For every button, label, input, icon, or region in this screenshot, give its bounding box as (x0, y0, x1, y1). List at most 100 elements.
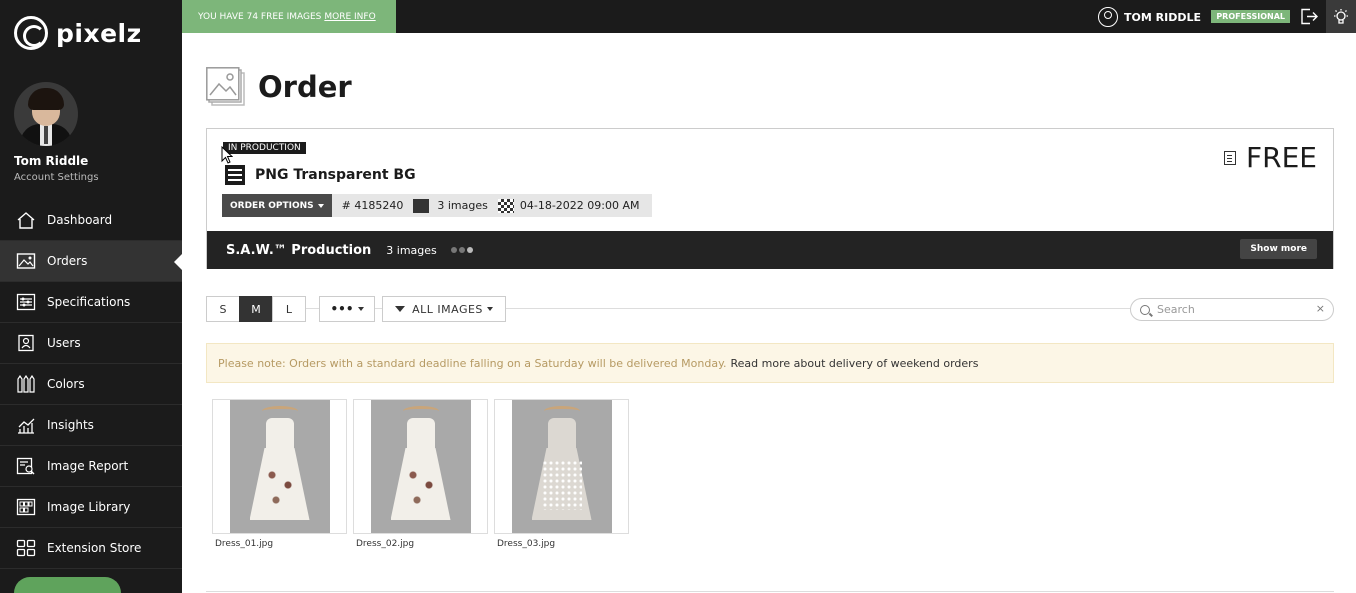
sidebar-item-colors[interactable]: Colors (0, 364, 182, 405)
image-icon (413, 198, 430, 213)
dress-image (370, 400, 471, 533)
deadline: 04-18-2022 09:00 AM (497, 198, 640, 213)
sidebar-item-label: Colors (47, 377, 85, 391)
deadline-text: 04-18-2022 09:00 AM (519, 199, 640, 212)
product-row: PNG Transparent BG (225, 165, 416, 185)
image-count: 3 images (413, 198, 488, 213)
sidebar-item-extension-store[interactable]: Extension Store (0, 528, 182, 569)
sidebar-item-label: Image Report (47, 459, 129, 473)
weekend-delivery-notice: Please note: Orders with a standard dead… (206, 343, 1334, 383)
order-number: # 4185240 (341, 199, 404, 212)
mouse-cursor-icon (221, 145, 234, 164)
sidebar-nav: Dashboard Orders Specifications Users Co… (0, 200, 182, 569)
notice-text: Please note: Orders with a standard dead… (218, 356, 727, 370)
filter-label: ALL IMAGES (412, 302, 483, 316)
lightbulb-icon[interactable] (1326, 0, 1356, 33)
price: FREE (1224, 141, 1317, 174)
sidebar-item-dashboard[interactable]: Dashboard (0, 200, 182, 241)
image-filename: Dress_02.jpg (356, 539, 415, 549)
order-meta-bar: ORDER OPTIONS # 4185240 3 images 04-18-2… (222, 194, 652, 217)
show-more-button[interactable]: Show more (1240, 239, 1317, 259)
sidebar-item-label: Insights (47, 418, 94, 432)
thumbnail-frame (494, 399, 629, 534)
caret-down-icon (317, 203, 324, 208)
sidebar-item-label: Orders (47, 254, 88, 268)
price-text: FREE (1246, 141, 1317, 174)
logout-icon[interactable] (1300, 8, 1318, 25)
sidebar-item-label: Users (47, 336, 81, 350)
image-filename: Dress_03.jpg (497, 539, 556, 549)
search-input[interactable] (1157, 303, 1307, 316)
dress-image (229, 400, 330, 533)
plan-badge: PROFESSIONAL (1211, 10, 1290, 23)
image-thumbnail[interactable]: Dress_02.jpg (353, 399, 488, 549)
sidebar-user-name: Tom Riddle (14, 154, 89, 168)
sidebar-item-image-library[interactable]: Image Library (0, 487, 182, 528)
thumbnail-size-group: S M L (206, 296, 306, 322)
topbar-user[interactable]: TOM RIDDLE (1098, 7, 1201, 27)
sidebar: pixelz Tom Riddle Account Settings Dashb… (0, 0, 182, 593)
sidebar-item-specifications[interactable]: Specifications (0, 282, 182, 323)
orders-icon (16, 252, 36, 270)
brand-name: pixelz (56, 18, 142, 48)
order-options-label: ORDER OPTIONS (230, 200, 314, 211)
invoice-icon[interactable] (1224, 150, 1237, 165)
caret-down-icon (357, 307, 364, 311)
clear-search-icon[interactable]: × (1316, 302, 1325, 315)
more-options-label: ••• (330, 302, 354, 316)
weekend-orders-link[interactable]: Read more about delivery of weekend orde… (731, 357, 979, 370)
production-count: 3 images (386, 243, 437, 257)
account-settings-link[interactable]: Account Settings (14, 172, 99, 183)
brand-logo[interactable]: pixelz (14, 16, 142, 50)
image-filename: Dress_01.jpg (215, 539, 274, 549)
filter-images-button[interactable]: ALL IMAGES (382, 296, 506, 322)
progress-dots-icon (450, 247, 475, 253)
production-bar: S.A.W.™ Production 3 images Show more (207, 231, 1333, 269)
sidebar-item-label: Specifications (47, 295, 131, 309)
sidebar-item-insights[interactable]: Insights (0, 405, 182, 446)
sidebar-item-label: Dashboard (47, 213, 113, 227)
checkered-flag-icon (497, 198, 514, 213)
sliders-icon (16, 293, 36, 311)
sidebar-item-label: Image Library (47, 500, 131, 514)
image-report-icon (16, 457, 36, 475)
section-divider (206, 591, 1334, 592)
insights-icon (16, 416, 36, 434)
specification-icon (225, 165, 245, 185)
free-images-text: YOU HAVE 74 FREE IMAGES (198, 11, 322, 22)
avatar[interactable] (14, 82, 78, 146)
status-badge: IN PRODUCTION (223, 142, 306, 154)
search-box: × (1130, 298, 1334, 321)
order-page-icon (206, 67, 246, 107)
size-l-button[interactable]: L (272, 296, 306, 322)
order-options-button[interactable]: ORDER OPTIONS (222, 194, 332, 217)
dress-image (511, 400, 612, 533)
search-icon (1140, 304, 1150, 315)
caret-down-icon (486, 307, 493, 311)
users-icon (16, 334, 36, 352)
image-thumbnail[interactable]: Dress_01.jpg (212, 399, 347, 549)
size-m-button[interactable]: M (239, 296, 273, 322)
sidebar-item-image-report[interactable]: Image Report (0, 446, 182, 487)
sidebar-item-users[interactable]: Users (0, 323, 182, 364)
more-options-button[interactable]: ••• (319, 296, 375, 322)
image-grid: Dress_01.jpg Dress_02.jpg Dress_03.jpg (212, 399, 635, 549)
home-icon (16, 211, 36, 229)
thumbnail-frame (212, 399, 347, 534)
extension-store-icon (16, 539, 36, 557)
topbar-user-name: TOM RIDDLE (1124, 10, 1201, 24)
filter-icon (395, 306, 406, 312)
more-info-link[interactable]: MORE INFO (324, 12, 375, 22)
pixelz-logo-icon (14, 16, 48, 50)
product-name: PNG Transparent BG (255, 167, 416, 183)
production-title: S.A.W.™ Production (226, 242, 372, 258)
image-thumbnail[interactable]: Dress_03.jpg (494, 399, 629, 549)
sidebar-item-orders[interactable]: Orders (0, 241, 182, 282)
free-images-banner: YOU HAVE 74 FREE IMAGES MORE INFO (182, 0, 396, 33)
user-circle-icon (1098, 7, 1119, 27)
size-s-button[interactable]: S (206, 296, 240, 322)
image-library-icon (16, 498, 36, 516)
top-bar: YOU HAVE 74 FREE IMAGES MORE INFO TOM RI… (182, 0, 1356, 33)
order-card: IN PRODUCTION PNG Transparent BG FREE OR… (206, 128, 1334, 269)
support-button[interactable] (14, 577, 121, 593)
